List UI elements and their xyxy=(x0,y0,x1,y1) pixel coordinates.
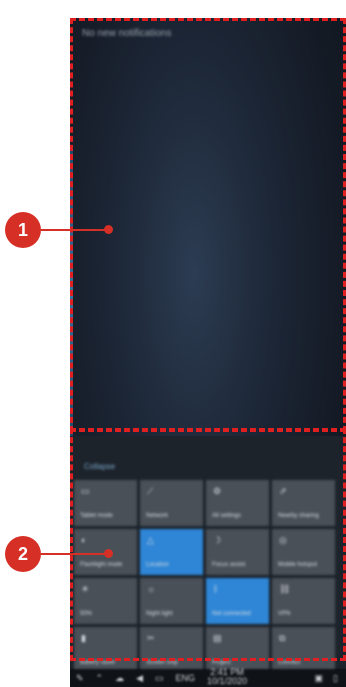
desktop-icon[interactable]: ▯ xyxy=(333,673,338,684)
notification-icon[interactable]: ▣ xyxy=(315,673,324,684)
clock[interactable]: 2:41 PM 10/1/2020 xyxy=(207,668,248,687)
annotation-leader-2 xyxy=(41,553,108,555)
annotation-box-2 xyxy=(70,428,346,661)
volume-icon[interactable]: ◀ xyxy=(136,673,143,684)
annotation-leader-1 xyxy=(41,229,108,231)
annotation-marker-1: 1 xyxy=(5,212,41,248)
clock-date: 10/1/2020 xyxy=(207,676,248,686)
chevron-up-icon[interactable]: ⌃ xyxy=(96,673,104,684)
network-tray-icon[interactable]: ▭ xyxy=(155,673,164,684)
annotation-box-1 xyxy=(70,18,346,432)
pen-icon[interactable]: ✎ xyxy=(76,673,84,684)
cloud-icon[interactable]: ☁ xyxy=(115,673,124,684)
annotation-marker-2: 2 xyxy=(5,536,41,572)
annotation-dot-2 xyxy=(104,549,113,558)
taskbar: ✎ ⌃ ☁ ◀ ▭ ENG 2:41 PM 10/1/2020 ▣ ▯ xyxy=(70,668,346,687)
language-indicator[interactable]: ENG xyxy=(176,673,196,683)
annotation-dot-1 xyxy=(104,225,113,234)
